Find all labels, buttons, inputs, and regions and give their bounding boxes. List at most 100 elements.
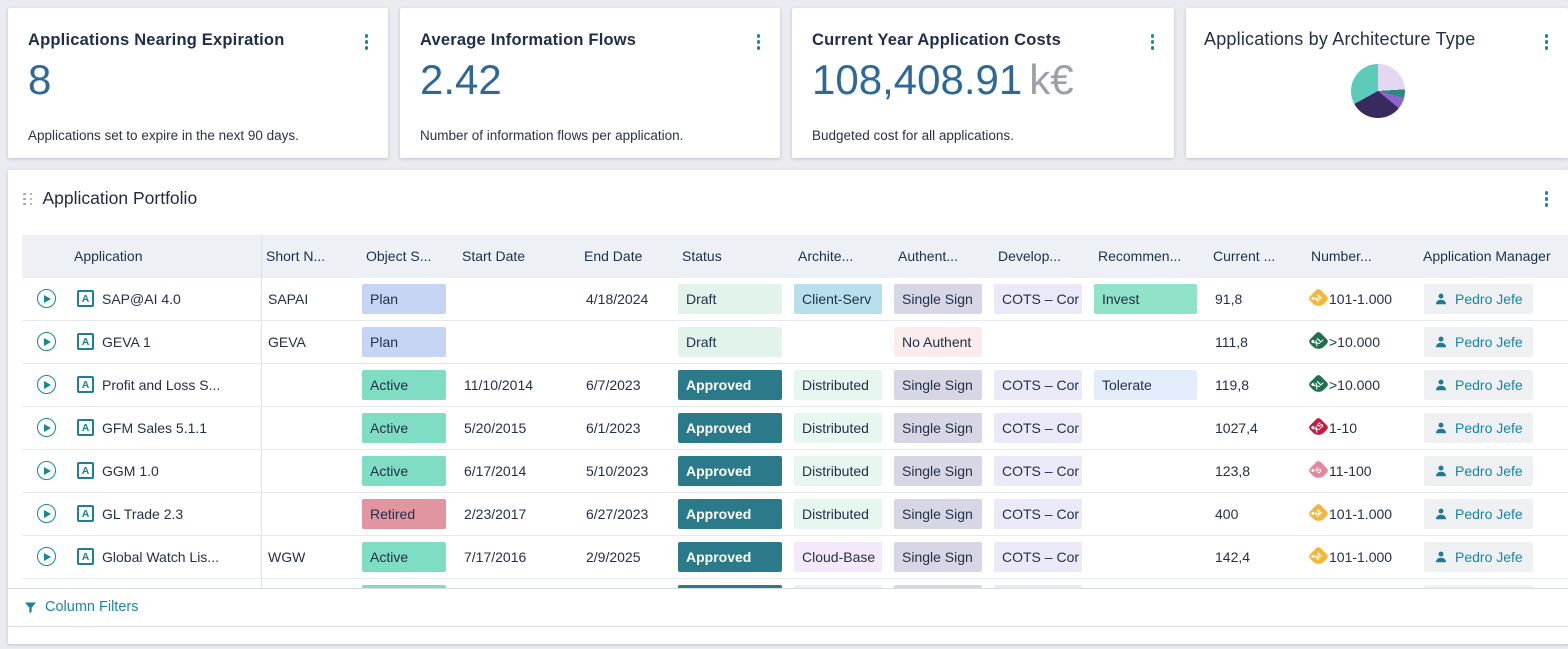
end-date-cell: 6/1/2023 [580,407,678,449]
expand-row-button[interactable] [37,461,56,480]
person-icon [1434,292,1448,306]
column-header-status[interactable]: Status [678,235,794,278]
authentication-badge: Single Sign [894,370,982,400]
card-title: Current Year Application Costs [812,31,1061,50]
expand-row-button[interactable] [37,375,56,394]
column-header-application[interactable]: Application [70,235,262,278]
application-manager-link[interactable]: Pedro Jefe [1424,542,1533,572]
application-cell[interactable]: AGEVA 1 [70,321,262,363]
end-date-cell: 6/7/2023 [580,364,678,406]
expand-row-button[interactable] [37,504,56,523]
column-header-development[interactable]: Develop... [994,235,1094,278]
application-cell[interactable]: AGFM Sales 5.1.1 [70,407,262,449]
tag-size-letter: M [1313,293,1323,303]
application-manager-link[interactable]: Pedro Jefe [1424,327,1533,357]
start-date-cell: 11/10/2014 [458,364,580,406]
application-cell[interactable]: AGGM 1.0 [70,450,262,492]
card-description: Number of information flows per applicat… [420,128,764,146]
number-of-users-cell: M101-1.000 [1307,536,1419,578]
table-row: AGFM Sales 5.1.1 Active 5/20/2015 6/1/20… [22,407,1568,450]
column-header-start-date[interactable]: Start Date [458,235,580,278]
architecture-badge: Distributed [794,456,882,486]
application-type-icon: A [77,505,94,522]
start-date-cell: 6/17/2014 [458,450,580,492]
application-cell[interactable]: AGL Trade 2.3 [70,493,262,535]
start-date-cell [458,579,580,588]
expand-row-button[interactable] [37,547,56,566]
kebab-menu-icon[interactable] [1541,31,1553,53]
expand-row-button[interactable] [37,289,56,308]
application-portfolio-panel: Application Portfolio Application Short … [8,170,1568,644]
architecture-badge: Client-Serv [794,284,882,314]
recommendation-cell: Invest [1094,278,1209,320]
person-icon [1434,507,1448,521]
application-cell[interactable]: ASAP@AI 4.0 [70,278,262,320]
application-manager-link[interactable]: Pedro Jefe [1424,284,1533,314]
column-filters-button[interactable]: Column Filters [23,599,138,615]
manager-name: Pedro Jefe [1455,377,1523,393]
column-header-end-date[interactable]: End Date [580,235,678,278]
user-count-tag-icon: M [1308,503,1329,524]
kebab-menu-icon[interactable] [361,31,373,53]
expander-cell [22,536,70,578]
end-date-cell: 4/18/2024 [580,278,678,320]
development-cell: COTS – Cor [994,278,1094,320]
object_state-badge: Active [362,585,446,588]
kebab-menu-icon[interactable] [1541,188,1553,210]
expand-row-button[interactable] [37,418,56,437]
table-row: ASAP@AI 4.0 SAPAI Plan 4/18/2024 Draft C… [22,278,1568,321]
application-manager-link[interactable]: Pedro Jefe [1424,370,1533,400]
number-of-users-cell: XS1-10 [1307,407,1419,449]
short-name-cell: WGW [262,536,362,578]
card-applications-by-architecture-type: Applications by Architecture Type [1186,8,1568,158]
architecture-cell: Distributed [794,450,894,492]
user-count-tag-icon: XL [1308,374,1329,395]
application-cell[interactable]: AGlobal Watch Lis... [70,536,262,578]
column-header-recommendation[interactable]: Recommen... [1094,235,1209,278]
column-header-current-cost[interactable]: Current ... [1209,235,1307,278]
architecture-cell: Distributed [794,579,894,588]
filter-funnel-icon [23,600,38,615]
column-header-authentication[interactable]: Authent... [894,235,994,278]
short-name-cell: SAPAI [262,278,362,320]
application-cell[interactable] [70,579,262,588]
start-date-cell [458,278,580,320]
user-count-value: 11-100 [1329,463,1372,479]
status-cell: Approved [678,364,794,406]
user-count-tag-icon: M [1308,288,1329,309]
architecture-pie-chart[interactable] [1351,64,1405,118]
number-of-users-cell: XL>10.000 [1307,321,1419,363]
column-header-architecture[interactable]: Archite... [794,235,894,278]
table-header-row: Application Short N... Object S... Start… [22,235,1568,278]
application-manager-link[interactable]: Pedro Jefe [1424,585,1533,588]
current-cost-cell: 400 [1209,493,1307,535]
kpi-value: 2.42 [420,58,764,102]
column-header-application-manager[interactable]: Application Manager [1419,235,1568,278]
expand-row-button[interactable] [37,332,56,351]
application-manager-link[interactable]: Pedro Jefe [1424,413,1533,443]
object_state-badge: Plan [362,327,446,357]
architecture-badge: Distributed [794,413,882,443]
tag-size-letter: S [1314,466,1323,475]
application-manager-cell: Pedro Jefe [1419,536,1568,578]
status-badge: Draft [678,284,782,314]
column-header-object-state[interactable]: Object S... [362,235,458,278]
drag-handle-icon[interactable] [23,193,34,206]
application-manager-link[interactable]: Pedro Jefe [1424,456,1533,486]
application-manager-link[interactable]: Pedro Jefe [1424,499,1533,529]
column-header-number-of-users[interactable]: Number... [1307,235,1419,278]
column-header-short-name[interactable]: Short N... [262,235,362,278]
application-manager-cell: Pedro Jefe [1419,364,1568,406]
kebab-menu-icon[interactable] [753,31,765,53]
development-badge: COTS – Cor [994,370,1082,400]
tag-size-letter: M [1313,508,1323,518]
application-type-icon: A [77,376,94,393]
table-row: Active Approved Distributed Single Sign … [22,579,1568,588]
tag-size-letter: M [1313,551,1323,561]
expander-cell [22,407,70,449]
kpi-value: 108,408.91k€ [812,58,1158,102]
current-cost-cell: 142,4 [1209,536,1307,578]
kebab-menu-icon[interactable] [1147,31,1159,53]
application-cell[interactable]: AProfit and Loss S... [70,364,262,406]
table-row: AGlobal Watch Lis... WGW Active 7/17/201… [22,536,1568,579]
